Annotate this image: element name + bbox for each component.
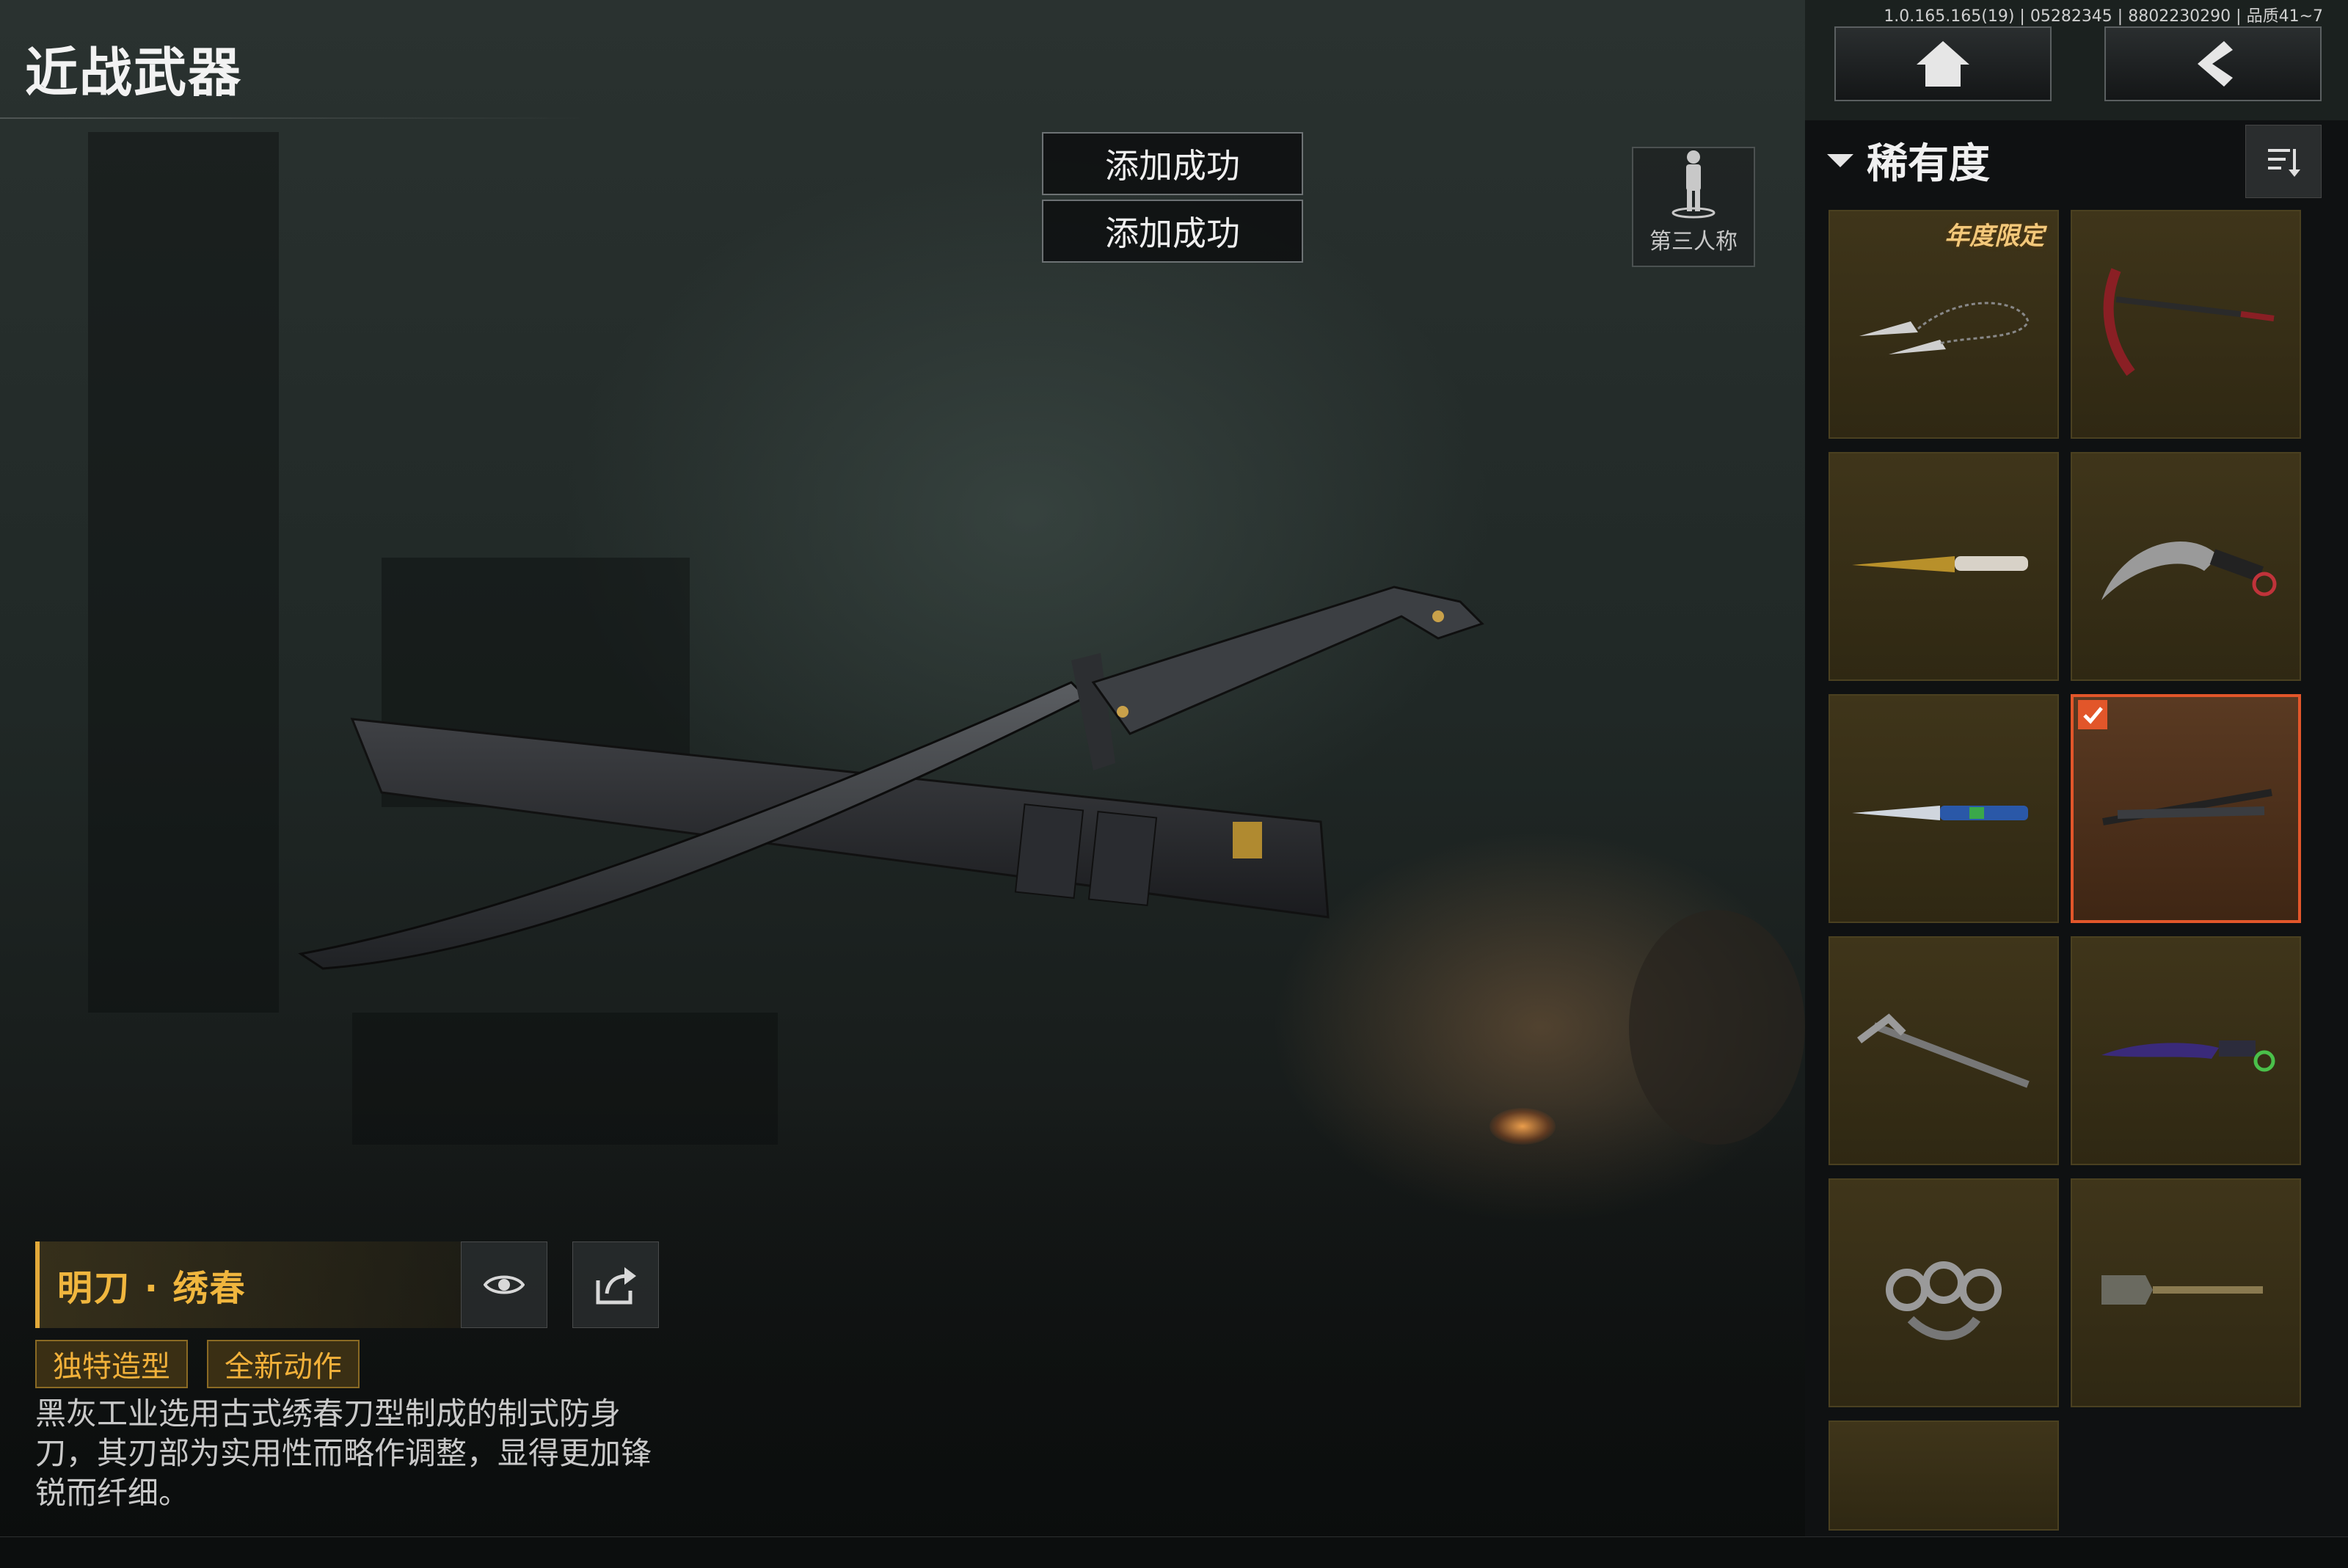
bottom-bar bbox=[0, 1536, 2348, 1568]
weapon-item-xiuchun-blade[interactable] bbox=[2071, 694, 2301, 923]
toast-add-success: 添加成功 bbox=[1042, 200, 1303, 263]
rarity-filter[interactable]: 稀有度 bbox=[1824, 131, 1990, 190]
weapon-name-panel: 明刀 · 绣春 bbox=[35, 1241, 461, 1328]
weapon-item-partial[interactable] bbox=[1829, 1421, 2059, 1531]
sort-icon bbox=[2268, 149, 2300, 177]
back-arrow-icon bbox=[2198, 41, 2233, 87]
title-divider bbox=[0, 117, 587, 119]
eye-icon bbox=[484, 1275, 525, 1294]
filter-label: 稀有度 bbox=[1867, 140, 1990, 188]
brass-knuckles-icon bbox=[1886, 1261, 2002, 1341]
toast-add-success: 添加成功 bbox=[1042, 132, 1303, 195]
home-icon bbox=[1917, 41, 1969, 87]
third-person-toggle[interactable]: 第三人称 bbox=[1632, 147, 1755, 267]
purple-karambit-icon bbox=[2101, 1040, 2275, 1072]
preview-button[interactable] bbox=[461, 1241, 547, 1328]
weapon-item-ice-axe[interactable] bbox=[1829, 936, 2059, 1165]
weapon-model[interactable] bbox=[279, 572, 1556, 983]
view-mode-label: 第三人称 bbox=[1649, 229, 1738, 255]
butterfly-knife-icon bbox=[1852, 806, 2028, 820]
gold-knife-icon bbox=[1852, 556, 2028, 572]
weapon-item-shovel[interactable] bbox=[2071, 1178, 2301, 1407]
weapon-item-blue-butterfly-knife[interactable] bbox=[1829, 694, 2059, 923]
tag-new-action: 全新动作 bbox=[207, 1340, 360, 1388]
limited-badge: 年度限定 bbox=[1944, 222, 2044, 251]
background-crane bbox=[88, 132, 279, 1013]
karambit-icon bbox=[2101, 541, 2277, 600]
sickle-icon bbox=[2103, 268, 2275, 376]
fire-glow bbox=[1490, 1108, 1556, 1145]
share-button[interactable] bbox=[572, 1241, 659, 1328]
sort-button[interactable] bbox=[2245, 125, 2322, 198]
weapon-item-gold-knife[interactable] bbox=[1829, 452, 2059, 681]
weapon-item-purple-karambit[interactable] bbox=[2071, 936, 2301, 1165]
home-button[interactable] bbox=[1834, 26, 2052, 101]
ice-axe-icon bbox=[1857, 1013, 2030, 1088]
weapon-description: 黑灰工业选用古式绣春刀型制成的制式防身刀，其刃部为实用性而略作调整，显得更加锋锐… bbox=[35, 1396, 652, 1511]
back-button[interactable] bbox=[2104, 26, 2322, 101]
shovel-icon bbox=[2101, 1275, 2263, 1305]
person-icon bbox=[1671, 150, 1716, 219]
weapon-item-chain-kunai[interactable]: 年度限定 bbox=[1829, 210, 2059, 439]
weapon-item-karambit[interactable] bbox=[2071, 452, 2301, 681]
weapon-item-brass-knuckles[interactable] bbox=[1829, 1178, 2059, 1407]
weapon-item-sickle[interactable] bbox=[2071, 210, 2301, 439]
chevron-down-icon bbox=[1827, 153, 1853, 167]
xiuchun-blade-icon bbox=[2102, 789, 2272, 825]
version-info: 1.0.165.165(19) | 05282345 | 8802230290 … bbox=[1884, 7, 2323, 26]
page-title: 近战武器 bbox=[25, 42, 243, 103]
weapon-name: 明刀 · 绣春 bbox=[57, 1268, 247, 1309]
share-icon bbox=[596, 1267, 636, 1305]
tag-unique-model: 独特造型 bbox=[35, 1340, 188, 1388]
selected-check-icon bbox=[2078, 700, 2107, 729]
